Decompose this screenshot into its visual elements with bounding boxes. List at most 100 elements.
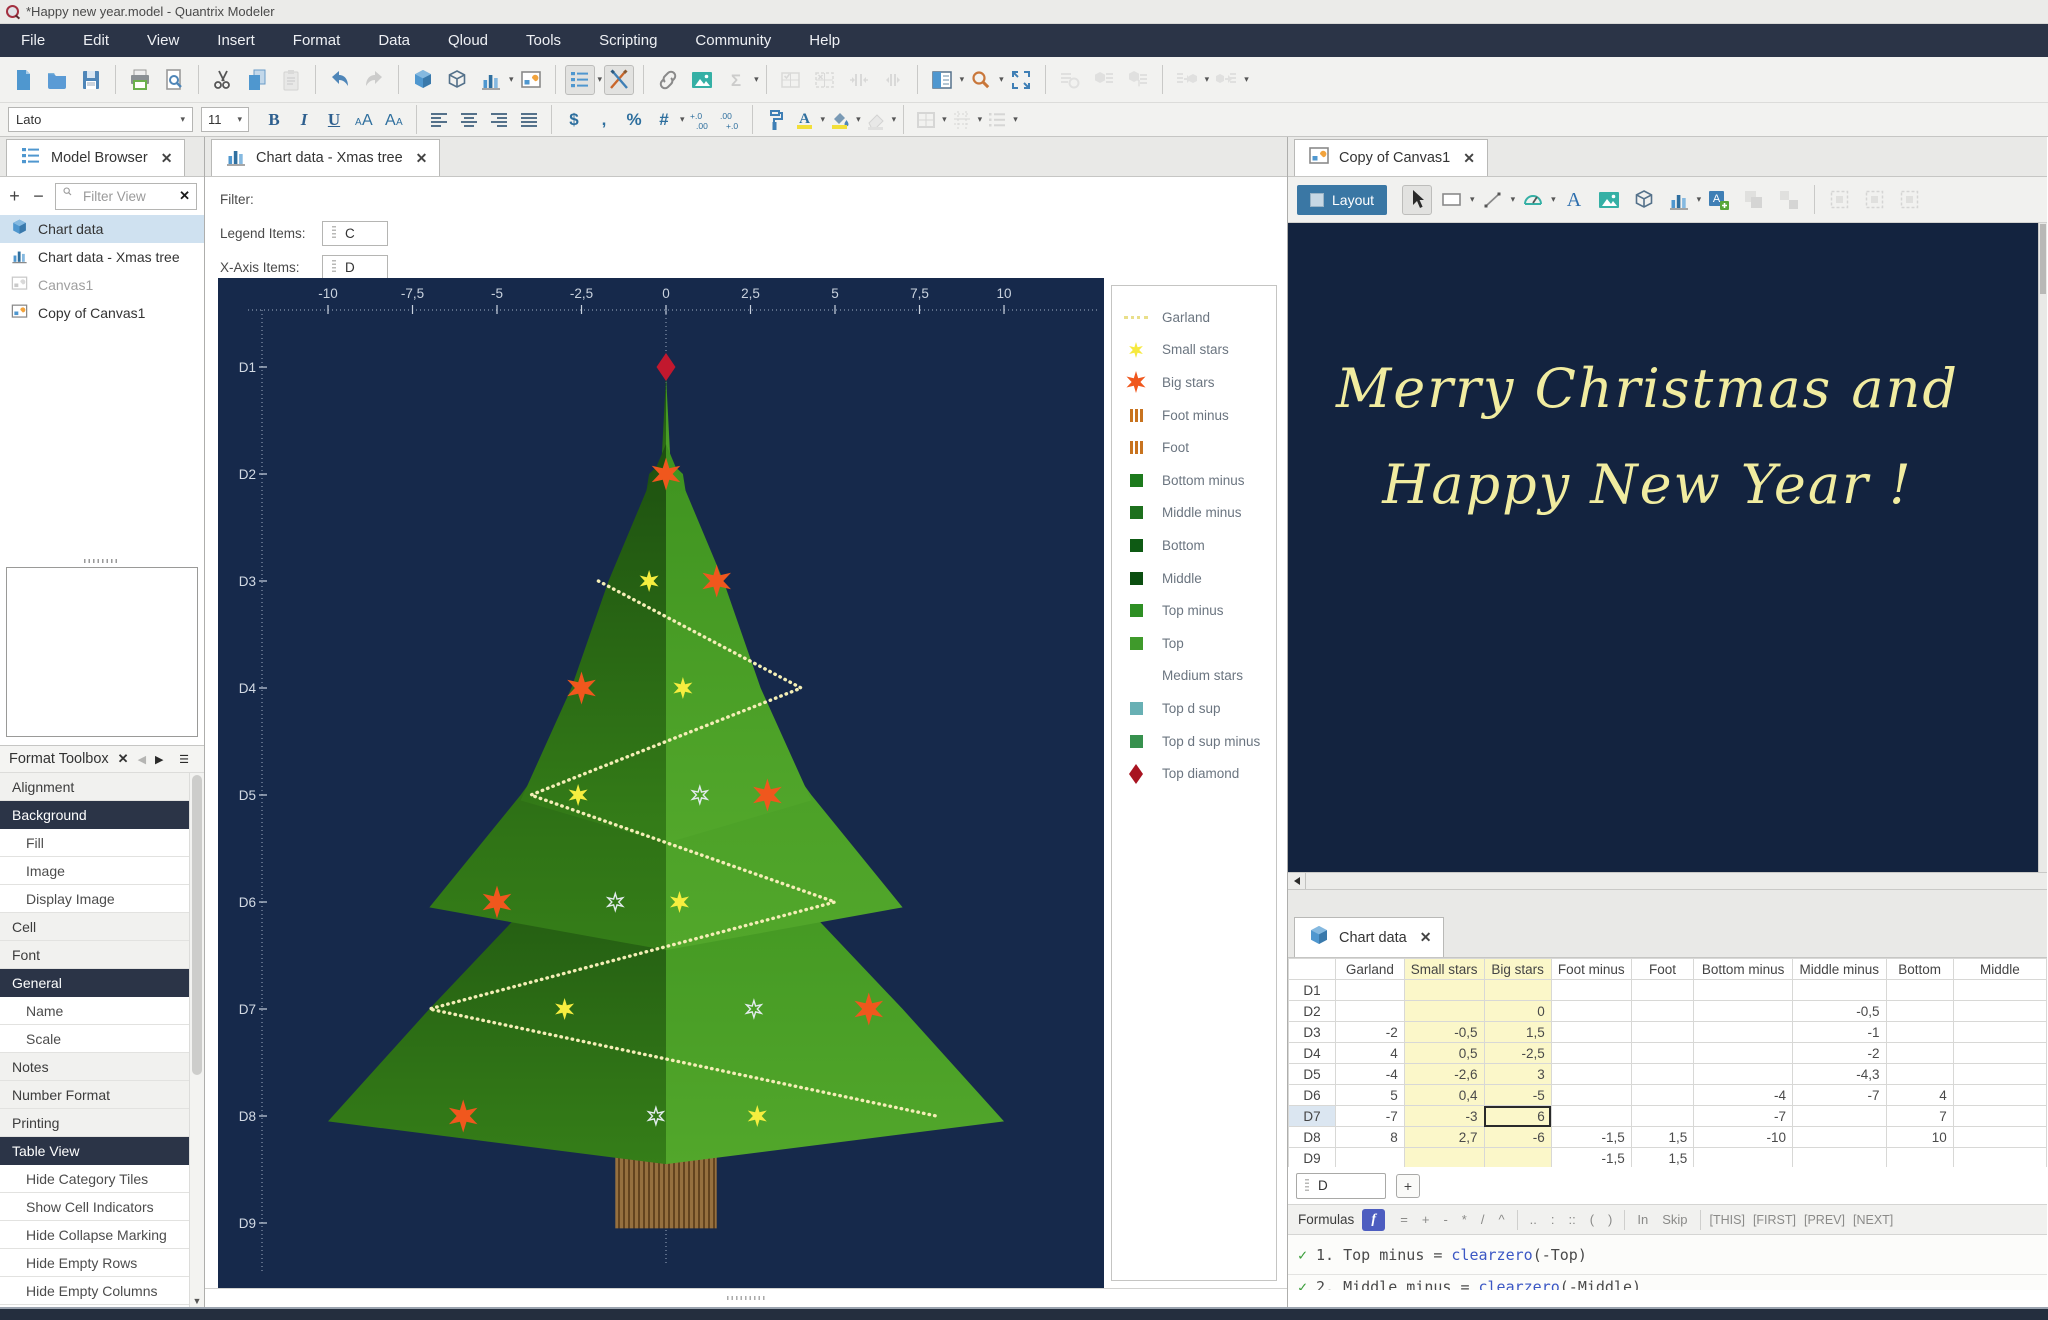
- align-objects-3-icon[interactable]: [1895, 185, 1925, 215]
- align-center-icon[interactable]: [456, 107, 482, 133]
- legend-item-garland[interactable]: Garland: [1112, 301, 1276, 334]
- cell-d1-8[interactable]: [1953, 980, 2046, 1001]
- formula-op[interactable]: =: [1393, 1212, 1415, 1227]
- cell-d2-4[interactable]: [1631, 1001, 1694, 1022]
- align-justify-icon[interactable]: [516, 107, 542, 133]
- list-view-icon[interactable]: [565, 65, 595, 95]
- ungroup-icon[interactable]: [1774, 185, 1804, 215]
- formula-nav-this[interactable]: [THIS]: [1706, 1213, 1749, 1227]
- cell-d1-0[interactable]: [1336, 980, 1405, 1001]
- formula-op[interactable]: -: [1436, 1212, 1454, 1227]
- legend-item-top[interactable]: Top: [1112, 627, 1276, 660]
- formula-op[interactable]: ::: [1561, 1212, 1582, 1227]
- image-icon[interactable]: [687, 65, 717, 95]
- format-toolbox-item-name[interactable]: Name: [0, 997, 189, 1025]
- format-toolbox-item-hide-collapse-marking[interactable]: Hide Collapse Marking: [0, 1221, 189, 1249]
- cell-d7-1[interactable]: -3: [1404, 1106, 1484, 1127]
- legend-item-bottom[interactable]: Bottom: [1112, 529, 1276, 562]
- align-objects-1-icon[interactable]: [1825, 185, 1855, 215]
- formula-op[interactable]: ..: [1523, 1212, 1544, 1227]
- tab-model-browser[interactable]: Model Browser ✕: [6, 139, 185, 176]
- xaxis-items-chip[interactable]: D: [322, 255, 388, 280]
- legend-item-middle[interactable]: Middle: [1112, 562, 1276, 595]
- cell-d9-6[interactable]: [1792, 1148, 1886, 1168]
- print-icon[interactable]: [125, 65, 155, 95]
- column-header-bottom[interactable]: Bottom: [1886, 959, 1953, 980]
- clear-filter-icon[interactable]: ✕: [179, 188, 190, 204]
- legend-item-small-stars[interactable]: Small stars: [1112, 334, 1276, 367]
- row-header-d3[interactable]: D3: [1289, 1022, 1336, 1043]
- cell-d2-6[interactable]: -0,5: [1792, 1001, 1886, 1022]
- paste-icon[interactable]: [276, 65, 306, 95]
- sidebar-item-copy-of-canvas1[interactable]: Copy of Canvas1: [0, 299, 204, 327]
- comma-icon[interactable]: ,: [591, 107, 617, 133]
- bold-icon[interactable]: B: [261, 107, 287, 133]
- format-toolbox-item-general[interactable]: General: [0, 969, 189, 997]
- format-toolbox-item-show-cell-indicators[interactable]: Show Cell Indicators: [0, 1193, 189, 1221]
- align-right-icon[interactable]: [486, 107, 512, 133]
- cell-d5-4[interactable]: [1631, 1064, 1694, 1085]
- formula-op[interactable]: ): [1601, 1212, 1619, 1227]
- decimal-add-icon[interactable]: +.0.00: [687, 107, 713, 133]
- back-arrow-icon[interactable]: ◀: [138, 753, 146, 766]
- row-header-d7[interactable]: D7: [1289, 1106, 1336, 1127]
- cell-d1-4[interactable]: [1631, 980, 1694, 1001]
- menu-data[interactable]: Data: [359, 24, 429, 57]
- format-toolbox-item-font[interactable]: Font: [0, 941, 189, 969]
- cell-d7-8[interactable]: [1953, 1106, 2046, 1127]
- canvas-hscrollbar[interactable]: [1288, 872, 2047, 890]
- cell-d5-8[interactable]: [1953, 1064, 2046, 1085]
- filter-views-input[interactable]: Filter View ✕: [55, 183, 197, 210]
- font-decrease-icon[interactable]: AA: [381, 107, 407, 133]
- formula-nav-first[interactable]: [FIRST]: [1749, 1213, 1800, 1227]
- format-toolbox-item-hide-empty-rows[interactable]: Hide Empty Rows: [0, 1249, 189, 1277]
- cell-d2-8[interactable]: [1953, 1001, 2046, 1022]
- function-icon[interactable]: f: [1362, 1209, 1385, 1231]
- category-chip-d[interactable]: D: [1296, 1173, 1386, 1199]
- cell-d5-6[interactable]: -4,3: [1792, 1064, 1886, 1085]
- decimal-remove-icon[interactable]: .00+.0: [717, 107, 743, 133]
- scrollbar-thumb[interactable]: [192, 775, 202, 1075]
- row-header-d1[interactable]: D1: [1289, 980, 1336, 1001]
- chart-icon[interactable]: [476, 65, 506, 95]
- legend-item-foot-minus[interactable]: Foot minus: [1112, 399, 1276, 432]
- fullscreen-icon[interactable]: [1006, 65, 1036, 95]
- chevron-down-icon[interactable]: ▾: [1470, 194, 1475, 205]
- gridlines-icon[interactable]: [949, 107, 975, 133]
- sidebar-item-chart-data-xmas-tree[interactable]: Chart data - Xmas tree: [0, 243, 204, 271]
- cell-d6-3[interactable]: [1551, 1085, 1631, 1106]
- cell-d3-3[interactable]: [1551, 1022, 1631, 1043]
- menu-file[interactable]: File: [2, 24, 64, 57]
- cell-d1-3[interactable]: [1551, 980, 1631, 1001]
- column-header-foot-minus[interactable]: Foot minus: [1551, 959, 1631, 980]
- scrollbar[interactable]: ▼: [189, 773, 204, 1307]
- format-painter-icon[interactable]: [762, 107, 788, 133]
- formula-nav-next[interactable]: [NEXT]: [1849, 1213, 1897, 1227]
- cell-d1-6[interactable]: [1792, 980, 1886, 1001]
- cell-d4-5[interactable]: [1694, 1043, 1793, 1064]
- cell-d4-3[interactable]: [1551, 1043, 1631, 1064]
- font-increase-icon[interactable]: AA: [351, 107, 377, 133]
- cell-d2-7[interactable]: [1886, 1001, 1953, 1022]
- italic-icon[interactable]: I: [291, 107, 317, 133]
- cell-d6-8[interactable]: [1953, 1085, 2046, 1106]
- column-header-middle-minus[interactable]: Middle minus: [1792, 959, 1886, 980]
- format-toolbox-item-table-view[interactable]: Table View: [0, 1137, 189, 1165]
- cell-d7-6[interactable]: [1792, 1106, 1886, 1127]
- zoom-icon[interactable]: [966, 65, 996, 95]
- formula-nav-prev[interactable]: [PREV]: [1800, 1213, 1849, 1227]
- eraser-icon[interactable]: [863, 107, 889, 133]
- row-header-d2[interactable]: D2: [1289, 1001, 1336, 1022]
- cell-d4-6[interactable]: -2: [1792, 1043, 1886, 1064]
- format-toolbox-item-fill[interactable]: Fill: [0, 829, 189, 857]
- menu-tools[interactable]: Tools: [507, 24, 580, 57]
- cube-outline-icon[interactable]: [442, 65, 472, 95]
- menu-view[interactable]: View: [128, 24, 198, 57]
- cell-d3-0[interactable]: -2: [1336, 1022, 1405, 1043]
- row-header-d8[interactable]: D8: [1289, 1127, 1336, 1148]
- formula-op[interactable]: /: [1474, 1212, 1492, 1227]
- cell-d9-5[interactable]: [1694, 1148, 1793, 1168]
- cell-d3-2[interactable]: 1,5: [1484, 1022, 1551, 1043]
- menu-insert[interactable]: Insert: [198, 24, 274, 57]
- cell-d4-2[interactable]: -2,5: [1484, 1043, 1551, 1064]
